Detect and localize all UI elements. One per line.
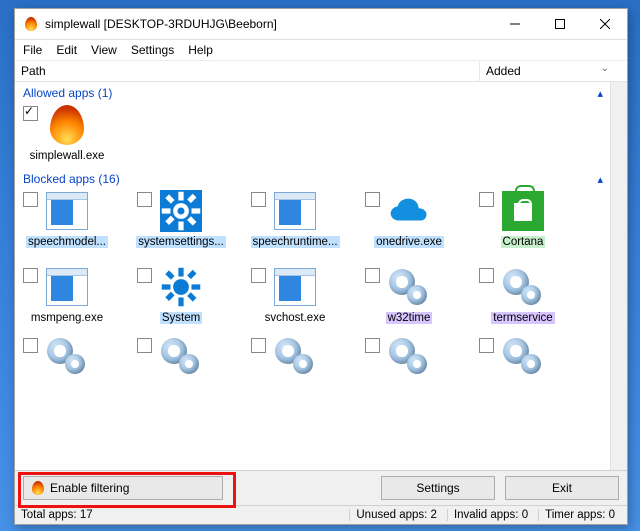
item-checkbox[interactable]	[23, 106, 38, 121]
list-item[interactable]: simplewall.exe	[23, 104, 111, 162]
item-checkbox[interactable]	[365, 268, 380, 283]
gear2-icon	[385, 336, 433, 376]
gear2-icon	[499, 266, 547, 308]
col-path[interactable]: Path	[15, 61, 480, 81]
list-item[interactable]: System	[137, 266, 225, 324]
status-unused: Unused apps: 2	[349, 509, 443, 521]
enable-filtering-button[interactable]: Enable filtering	[23, 476, 223, 500]
collapse-icon[interactable]: ▴	[597, 87, 603, 100]
item-checkbox[interactable]	[365, 192, 380, 207]
window-controls	[492, 9, 627, 39]
cloud-icon	[385, 190, 433, 232]
menu-help[interactable]: Help	[188, 43, 213, 57]
item-checkbox[interactable]	[23, 268, 38, 283]
vertical-scrollbar[interactable]	[610, 82, 627, 470]
close-button[interactable]	[582, 9, 627, 39]
maximize-button[interactable]	[537, 9, 582, 39]
item-label: svchost.exe	[263, 312, 328, 324]
content-area: Allowed apps (1) ▴ simplewall.exe Blocke…	[15, 82, 627, 470]
settings-button[interactable]: Settings	[381, 476, 495, 500]
list-item[interactable]	[23, 336, 111, 378]
blocked-grid-row1: speechmodel... systemsettings... speechrun…	[15, 188, 627, 254]
list-item[interactable]: w32time	[365, 266, 453, 324]
flame-icon	[43, 104, 91, 146]
item-checkbox[interactable]	[23, 192, 38, 207]
titlebar: simplewall [DESKTOP-3RDUHJG\Beeborn]	[15, 9, 627, 40]
list-item[interactable]: systemsettings...	[137, 190, 225, 248]
list-item[interactable]	[479, 336, 567, 378]
column-header: Path Added⌄	[15, 61, 627, 82]
app-icon	[23, 16, 39, 32]
section-blocked-title: Blocked apps (16)	[23, 172, 120, 186]
status-total: Total apps: 17	[21, 509, 93, 521]
item-label: Cortana	[501, 236, 546, 248]
blocked-grid-row3	[15, 330, 627, 378]
menu-view[interactable]: View	[91, 43, 117, 57]
item-checkbox[interactable]	[479, 268, 494, 283]
item-label: msmpeng.exe	[29, 312, 105, 324]
gear2-icon	[385, 266, 433, 308]
menu-file[interactable]: File	[23, 43, 42, 57]
gear2-icon	[43, 336, 91, 376]
winthumb-icon	[43, 266, 91, 308]
item-label: onedrive.exe	[374, 236, 444, 248]
gear2-icon	[499, 336, 547, 376]
gear2-icon	[271, 336, 319, 376]
item-checkbox[interactable]	[137, 268, 152, 283]
section-blocked-header[interactable]: Blocked apps (16) ▴	[15, 168, 627, 188]
item-checkbox[interactable]	[23, 338, 38, 353]
minimize-button[interactable]	[492, 9, 537, 39]
statusbar: Total apps: 17 Unused apps: 2 Invalid ap…	[15, 505, 627, 524]
item-label: systemsettings...	[136, 236, 226, 248]
exit-button[interactable]: Exit	[505, 476, 619, 500]
item-checkbox[interactable]	[251, 268, 266, 283]
list-item[interactable]: svchost.exe	[251, 266, 339, 324]
section-allowed-title: Allowed apps (1)	[23, 86, 112, 100]
item-checkbox[interactable]	[479, 192, 494, 207]
col-added[interactable]: Added⌄	[480, 61, 627, 81]
item-label: termservice	[491, 312, 554, 324]
sort-chevron-icon: ⌄	[601, 63, 609, 74]
winthumb-icon	[271, 266, 319, 308]
menubar: File Edit View Settings Help	[15, 40, 627, 61]
allowed-grid: simplewall.exe	[15, 102, 627, 168]
item-checkbox[interactable]	[137, 338, 152, 353]
flame-icon	[32, 481, 44, 495]
list-item[interactable]	[365, 336, 453, 378]
list-item[interactable]	[251, 336, 339, 378]
list-item[interactable]: msmpeng.exe	[23, 266, 111, 324]
item-label: speechruntime...	[251, 236, 340, 248]
list-item[interactable]: speechruntime...	[251, 190, 339, 248]
item-label: simplewall.exe	[28, 150, 107, 162]
gear2-icon	[157, 336, 205, 376]
list-item[interactable]: termservice	[479, 266, 567, 324]
item-checkbox[interactable]	[251, 192, 266, 207]
section-allowed-header[interactable]: Allowed apps (1) ▴	[15, 82, 627, 102]
item-label: w32time	[386, 312, 433, 324]
item-checkbox[interactable]	[365, 338, 380, 353]
list-item[interactable]: Cortana	[479, 190, 567, 248]
menu-settings[interactable]: Settings	[131, 43, 174, 57]
menu-edit[interactable]: Edit	[56, 43, 77, 57]
gearwhite-icon	[157, 190, 205, 232]
winthumb-icon	[43, 190, 91, 232]
item-label: System	[160, 312, 202, 324]
bottom-toolbar: Enable filtering Settings Exit	[15, 470, 627, 505]
item-label: speechmodel...	[26, 236, 108, 248]
status-timer: Timer apps: 0	[538, 509, 621, 521]
winthumb-icon	[271, 190, 319, 232]
item-checkbox[interactable]	[137, 192, 152, 207]
window-title: simplewall [DESKTOP-3RDUHJG\Beeborn]	[45, 17, 277, 31]
item-checkbox[interactable]	[251, 338, 266, 353]
gearblue-icon	[157, 266, 205, 308]
store-icon	[499, 190, 547, 232]
app-window: simplewall [DESKTOP-3RDUHJG\Beeborn] Fil…	[14, 8, 628, 525]
status-invalid: Invalid apps: 0	[447, 509, 534, 521]
list-item[interactable]: onedrive.exe	[365, 190, 453, 248]
blocked-grid-row2: msmpeng.exe System svchost.exe w32time terms…	[15, 264, 627, 330]
list-item[interactable]: speechmodel...	[23, 190, 111, 248]
collapse-icon[interactable]: ▴	[597, 173, 603, 186]
item-checkbox[interactable]	[479, 338, 494, 353]
list-item[interactable]	[137, 336, 225, 378]
